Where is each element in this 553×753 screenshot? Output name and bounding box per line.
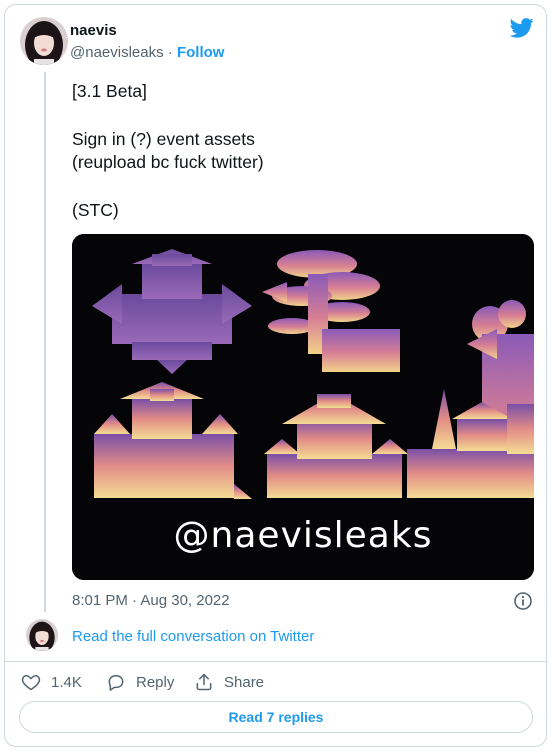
tweet-text-line-3: (reupload bc fuck twitter) — [72, 152, 264, 172]
tweet-text-line-4: (STC) — [72, 200, 119, 220]
media-watermark: @naevisleaks — [174, 515, 433, 556]
share-label: Share — [224, 673, 265, 691]
actions-divider — [4, 661, 547, 662]
handle-separator: · — [163, 44, 177, 61]
share-button[interactable]: Share — [194, 672, 264, 692]
author-avatar-small[interactable] — [26, 619, 58, 651]
tweet-text-line-1: [3.1 Beta] — [72, 81, 147, 101]
heart-icon — [21, 675, 41, 691]
reply-bubble-icon — [108, 675, 124, 691]
reply-label: Reply — [136, 673, 175, 691]
info-icon[interactable] — [513, 591, 533, 616]
share-icon — [196, 673, 212, 691]
like-button[interactable]: 1.4K — [21, 672, 82, 692]
author-handle-row: @naevisleaks · Follow — [70, 44, 224, 61]
reply-button[interactable]: Reply — [106, 672, 174, 692]
follow-button[interactable]: Follow — [177, 44, 225, 61]
twitter-bird-icon[interactable] — [509, 18, 534, 43]
tweet-text-line-2: Sign in (?) event assets — [72, 129, 255, 149]
author-avatar[interactable] — [20, 17, 68, 65]
tweet-timestamp[interactable]: 8:01 PM · Aug 30, 2022 — [72, 592, 230, 609]
like-count: 1.4K — [51, 673, 82, 691]
tweet-media-image[interactable]: @naevisleaks — [72, 234, 534, 580]
author-name[interactable]: naevis — [70, 22, 117, 39]
thread-line — [44, 72, 46, 612]
read-full-conversation-link[interactable]: Read the full conversation on Twitter — [72, 628, 314, 645]
read-replies-button[interactable]: Read 7 replies — [19, 701, 533, 733]
author-handle[interactable]: @naevisleaks — [70, 44, 164, 61]
